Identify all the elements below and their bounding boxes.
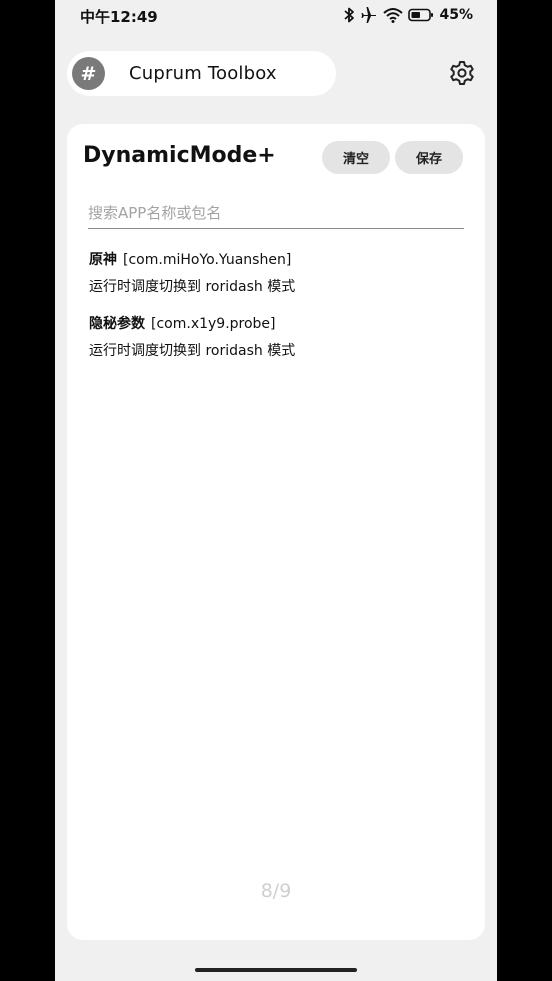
app-name: 隐秘参数 [89, 316, 145, 332]
app-package: [com.miHoYo.Yuanshen] [123, 252, 292, 268]
battery-percent: 45% [439, 7, 473, 23]
home-indicator[interactable] [195, 968, 357, 972]
card-title: DynamicMode+ [83, 143, 276, 168]
status-bar: 中午12:49 45% [55, 0, 497, 34]
app-title: Cuprum Toolbox [129, 63, 277, 84]
app-package: [com.x1y9.probe] [151, 316, 276, 332]
page-indicator: 8/9 [260, 880, 292, 902]
status-icons: 45% [343, 7, 473, 23]
airplane-icon [361, 7, 377, 23]
search-input[interactable] [88, 200, 464, 229]
app-hash-icon: # [72, 57, 105, 90]
app-title-pill[interactable]: # Cuprum Toolbox [67, 51, 336, 96]
wifi-icon [383, 8, 404, 23]
clear-button[interactable]: 清空 [322, 141, 390, 174]
status-time: 中午12:49 [80, 8, 158, 26]
app-mode-description: 运行时调度切换到 roridash 模式 [89, 279, 296, 295]
bluetooth-icon [344, 7, 355, 23]
list-item[interactable]: 原神 [com.miHoYo.Yuanshen] 运行时调度切换到 roridas… [89, 247, 465, 301]
dynamicmode-card: DynamicMode+ 清空 保存 原神 [com.miHoYo.Yuanshe… [67, 124, 485, 940]
list-item[interactable]: 隐秘参数 [com.x1y9.probe] 运行时调度切换到 roridash 模… [89, 311, 465, 365]
phone-screen: 中午12:49 45% # Cuprum Toolbox DynamicMode… [55, 0, 497, 981]
gear-icon[interactable] [448, 59, 476, 87]
app-name: 原神 [89, 252, 117, 268]
battery-icon [408, 8, 434, 22]
save-button[interactable]: 保存 [395, 141, 463, 174]
app-list: 原神 [com.miHoYo.Yuanshen] 运行时调度切换到 roridas… [89, 247, 465, 375]
app-mode-description: 运行时调度切换到 roridash 模式 [89, 343, 296, 359]
